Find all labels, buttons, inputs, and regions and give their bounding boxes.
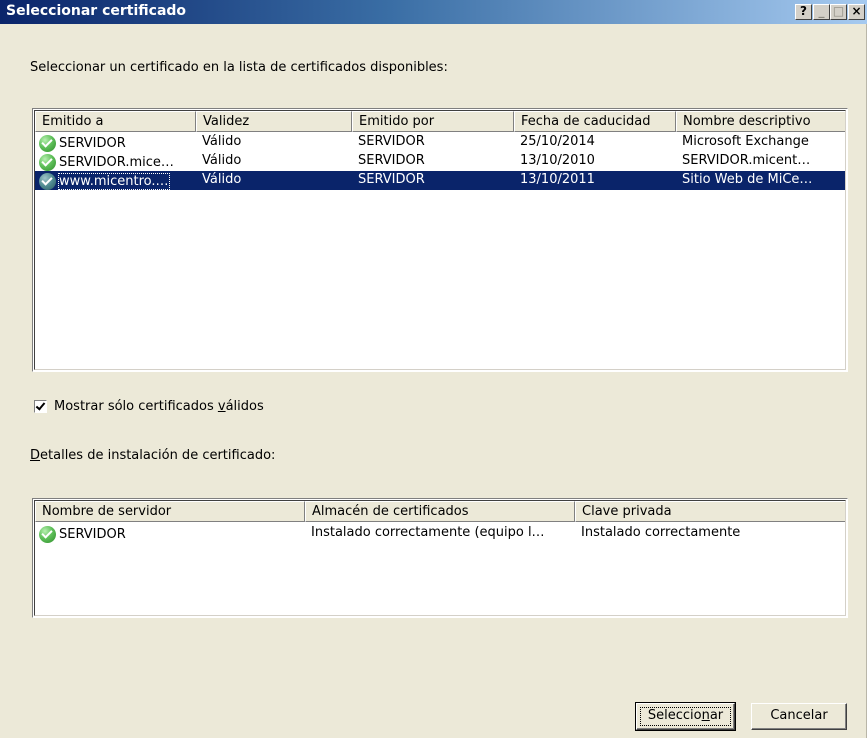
cell-issued-by: SERVIDOR	[352, 171, 514, 190]
cell-issued-to: SERVIDOR	[35, 133, 196, 152]
button-text: ar	[709, 708, 724, 723]
certificate-valid-icon	[39, 134, 56, 152]
certificate-valid-icon	[39, 172, 56, 190]
cell-issued-to: SERVIDOR.mice…	[35, 152, 196, 171]
cell-validity: Válido	[202, 134, 242, 149]
cell-friendly-name: SERVIDOR.micent…	[682, 153, 811, 168]
instruction-text: Seleccionar un certificado en la lista d…	[30, 60, 448, 75]
installation-details-list[interactable]: Nombre de servidor Almacén de certificad…	[32, 498, 848, 618]
cell-friendly-name: Microsoft Exchange	[682, 134, 809, 149]
cell-certificate-store: Instalado correctamente (equipo l…	[311, 525, 545, 540]
access-key: D	[30, 448, 41, 463]
access-key: v	[217, 399, 226, 414]
issued-to-text: SERVIDOR	[59, 135, 126, 151]
cell-issued-to: www.micentro.…	[35, 171, 196, 190]
label-text: etalles de instalación de certificado:	[40, 448, 276, 463]
column-header-issued-to[interactable]: Emitido a	[35, 111, 196, 132]
column-header-server-name[interactable]: Nombre de servidor	[35, 501, 305, 522]
cell-friendly-name: Sitio Web de MiCe…	[676, 171, 845, 190]
show-valid-only-label[interactable]: Mostrar sólo certificados válidos	[54, 399, 264, 414]
label-text: Mostrar sólo certificados	[54, 399, 218, 414]
issued-to-text: SERVIDOR.mice…	[59, 154, 174, 170]
close-button[interactable]: ×	[848, 4, 865, 20]
cell-private-key: Instalado correctamente	[581, 525, 741, 540]
certificate-valid-icon	[39, 153, 56, 171]
cell-expiration: 25/10/2014	[520, 134, 595, 149]
column-header-private-key[interactable]: Clave privada	[575, 501, 845, 522]
table-row[interactable]: SERVIDOR.mice… Válido SERVIDOR 13/10/201…	[35, 152, 845, 171]
cell-validity: Válido	[202, 153, 242, 168]
column-header-validity[interactable]: Validez	[196, 111, 352, 132]
cell-expiration: 13/10/2010	[520, 153, 595, 168]
details-list-header: Nombre de servidor Almacén de certificad…	[35, 501, 845, 522]
certificate-list[interactable]: Emitido a Validez Emitido por Fecha de c…	[32, 108, 848, 372]
minimize-button[interactable]: _	[813, 4, 830, 20]
cell-validity: Válido	[196, 171, 352, 190]
help-button[interactable]: ?	[795, 4, 812, 20]
column-header-expiration[interactable]: Fecha de caducidad	[514, 111, 676, 132]
column-header-issued-by[interactable]: Emitido por	[352, 111, 514, 132]
table-row-selected[interactable]: www.micentro.… Válido SERVIDOR 13/10/201…	[35, 171, 845, 190]
column-header-friendly-name[interactable]: Nombre descriptivo	[676, 111, 845, 132]
issued-to-text: www.micentro.…	[58, 172, 170, 190]
cancel-button[interactable]: Cancelar	[751, 703, 847, 730]
title-bar[interactable]: Seleccionar certificado ? _ □ ×	[0, 0, 867, 24]
window-title: Seleccionar certificado	[6, 3, 187, 19]
server-name-text: SERVIDOR	[59, 526, 126, 542]
cell-issued-by: SERVIDOR	[358, 153, 425, 168]
certificate-list-header: Emitido a Validez Emitido por Fecha de c…	[35, 111, 845, 132]
cell-issued-by: SERVIDOR	[358, 134, 425, 149]
select-button[interactable]: Seleccionar	[635, 702, 736, 731]
cell-expiration: 13/10/2011	[514, 171, 676, 190]
table-row[interactable]: SERVIDOR Válido SERVIDOR 25/10/2014 Micr…	[35, 133, 845, 152]
cell-server-name: SERVIDOR	[35, 524, 305, 543]
select-certificate-dialog: Seleccionar certificado ? _ □ × Seleccio…	[0, 0, 867, 738]
button-text: Seleccio	[647, 708, 702, 723]
maximize-button[interactable]: □	[830, 4, 847, 20]
show-valid-only-checkbox[interactable]	[34, 400, 47, 413]
column-header-certificate-store[interactable]: Almacén de certificados	[305, 501, 575, 522]
certificate-valid-icon	[39, 525, 56, 543]
table-row[interactable]: SERVIDOR Instalado correctamente (equipo…	[35, 524, 845, 543]
label-text: álidos	[225, 399, 264, 414]
details-label: Detalles de instalación de certificado:	[30, 448, 275, 463]
access-key: n	[701, 708, 710, 723]
